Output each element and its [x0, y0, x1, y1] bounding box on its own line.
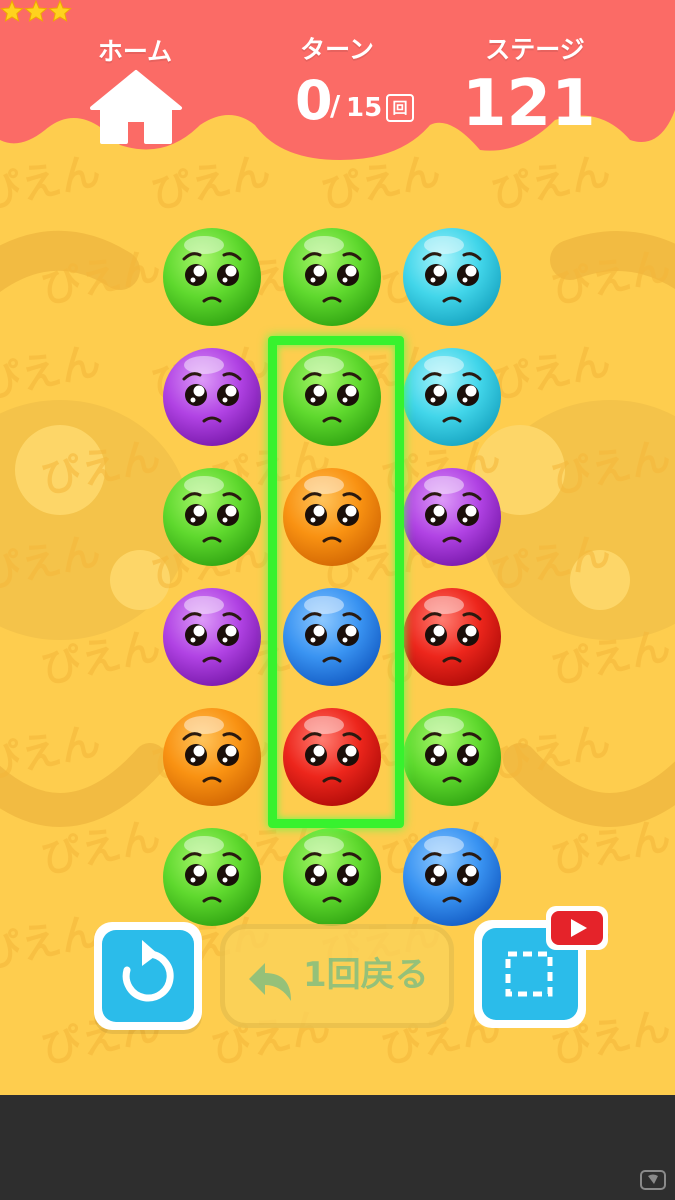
turn-label: ターン: [300, 35, 374, 64]
undo-label: 1回戻る: [303, 955, 429, 995]
pleading-face-icon: [163, 228, 261, 326]
piece-green[interactable]: [160, 225, 264, 329]
game-screen: ぴえん ぴえん ぴえん ぴえん ぴえん ぴえん ぴえん ぴえん ぴえん ぴえん ぴえん ぴえん ぴえんぴ…: [0, 0, 675, 1200]
piece-cyan[interactable]: [400, 225, 504, 329]
turn-unit: 回: [386, 94, 414, 122]
video-badge-face: [551, 911, 603, 945]
home-button[interactable]: [88, 68, 184, 146]
piece-green[interactable]: [160, 465, 264, 569]
pleading-face-icon: [403, 588, 501, 686]
pleading-face-icon: [403, 828, 501, 926]
pleading-face-icon: [283, 828, 381, 926]
play-area: ぴえん ぴえん ぴえん ぴえん ぴえん ぴえん ぴえん ぴえん ぴえん ぴえん ぴえん ぴえん ぴえんぴ…: [0, 0, 675, 1095]
turn-counter: 0 / 15 回: [290, 72, 430, 132]
star-icon: [24, 0, 48, 22]
pleading-face-icon: [403, 468, 501, 566]
pleading-face-icon: [403, 348, 501, 446]
pleading-face-icon: [163, 708, 261, 806]
header-bar: ホーム ターン 0 / 15 回 ステージ 121: [0, 0, 675, 170]
piece-green[interactable]: [280, 225, 384, 329]
pleading-face-icon: [283, 228, 381, 326]
piece-purple[interactable]: [160, 585, 264, 689]
watermark-logo-icon: [640, 1170, 666, 1190]
star-icon: [0, 0, 24, 22]
star-rating: [0, 0, 72, 22]
pleading-face-icon: [403, 228, 501, 326]
piece-green[interactable]: [160, 825, 264, 929]
play-icon: [571, 919, 587, 937]
piece-purple[interactable]: [160, 345, 264, 449]
stage-label: ステージ: [485, 35, 585, 64]
piece-green[interactable]: [280, 825, 384, 929]
pleading-face-icon: [163, 588, 261, 686]
selection-highlight: [268, 336, 404, 828]
restart-button-face: [102, 930, 194, 1022]
piece-purple[interactable]: [400, 465, 504, 569]
pleading-face-icon: [163, 468, 261, 566]
turn-current: 0: [295, 69, 333, 132]
restart-icon: [122, 940, 174, 1002]
turn-separator: /: [330, 89, 341, 122]
piece-red[interactable]: [400, 585, 504, 689]
video-ad-badge[interactable]: [546, 906, 608, 950]
pleading-face-icon: [163, 828, 261, 926]
piece-green[interactable]: [400, 705, 504, 809]
stage-number: 121: [462, 67, 596, 141]
home-label: ホーム: [97, 37, 173, 66]
pleading-face-icon: [403, 708, 501, 806]
star-icon: [48, 0, 72, 22]
undo-button[interactable]: 1回戻る: [220, 924, 454, 1028]
piece-orange[interactable]: [160, 705, 264, 809]
restart-button[interactable]: [94, 922, 202, 1030]
turn-max: 15: [346, 93, 383, 123]
home-icon: [90, 70, 182, 144]
piece-blue[interactable]: [400, 825, 504, 929]
device-bottom-bar: [0, 1095, 675, 1200]
piece-cyan[interactable]: [400, 345, 504, 449]
pleading-face-icon: [163, 348, 261, 446]
undo-arrow-icon: [249, 963, 291, 1001]
